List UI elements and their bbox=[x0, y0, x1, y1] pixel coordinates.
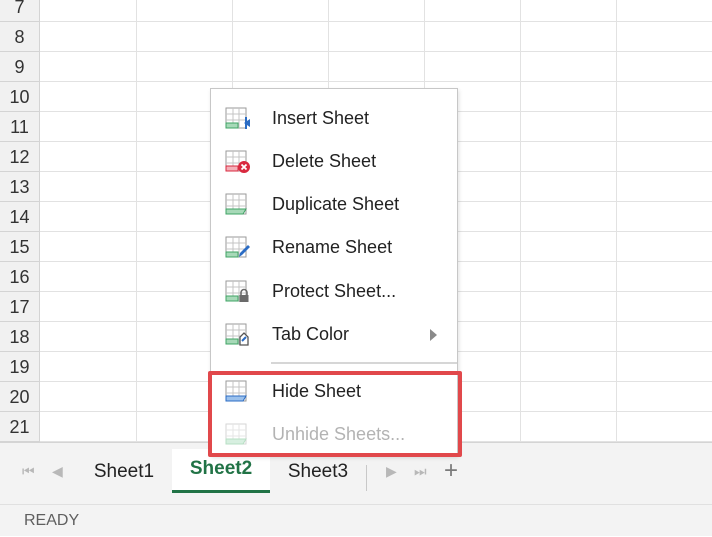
row-header[interactable]: 16 bbox=[0, 262, 40, 292]
insert-sheet-icon bbox=[225, 107, 250, 129]
menu-separator bbox=[271, 362, 457, 364]
menu-item-label: Duplicate Sheet bbox=[272, 194, 400, 214]
row-header[interactable]: 19 bbox=[0, 352, 40, 382]
row-header[interactable]: 11 bbox=[0, 112, 40, 142]
submenu-arrow-icon bbox=[430, 329, 437, 341]
row-header[interactable]: 20 bbox=[0, 382, 40, 412]
row-header[interactable]: 10 bbox=[0, 82, 40, 112]
menu-item-delete-sheet[interactable]: Delete Sheet bbox=[211, 140, 457, 183]
menu-item-label: Protect Sheet... bbox=[272, 281, 397, 301]
unhide-sheets-icon bbox=[225, 423, 247, 445]
tab-divider bbox=[366, 465, 367, 491]
rename-sheet-icon bbox=[225, 236, 250, 258]
row-header[interactable]: 14 bbox=[0, 202, 40, 232]
menu-item-label: Insert Sheet bbox=[272, 108, 370, 128]
status-text: READY bbox=[24, 512, 80, 529]
menu-item-label: Delete Sheet bbox=[272, 151, 377, 171]
row-header[interactable]: 13 bbox=[0, 172, 40, 202]
sheet-tab-sheet3[interactable]: Sheet3 bbox=[270, 453, 366, 491]
grid-row[interactable]: 8 bbox=[0, 22, 712, 52]
row-header[interactable]: 7 bbox=[0, 0, 40, 22]
status-bar: READY bbox=[0, 504, 712, 536]
menu-item-tab-color[interactable]: Tab Color bbox=[211, 313, 457, 356]
hide-sheet-icon bbox=[225, 380, 247, 402]
menu-item-insert-sheet[interactable]: Insert Sheet bbox=[211, 97, 457, 140]
delete-sheet-icon bbox=[225, 150, 250, 173]
menu-item-label: Rename Sheet bbox=[272, 237, 393, 257]
menu-item-unhide-sheets: Unhide Sheets... bbox=[211, 413, 457, 456]
previous-sheet-icon[interactable]: ◀ bbox=[52, 463, 63, 480]
row-header[interactable]: 12 bbox=[0, 142, 40, 172]
grid-row[interactable]: 9 bbox=[0, 52, 712, 82]
menu-item-protect-sheet[interactable]: Protect Sheet... bbox=[211, 270, 457, 313]
row-header[interactable]: 17 bbox=[0, 292, 40, 322]
protect-sheet-icon bbox=[225, 280, 249, 302]
row-header[interactable]: 9 bbox=[0, 52, 40, 82]
menu-item-label: Unhide Sheets... bbox=[272, 424, 406, 444]
row-header[interactable]: 18 bbox=[0, 322, 40, 352]
first-sheet-icon[interactable]: ⏮ bbox=[22, 463, 35, 480]
menu-item-rename-sheet[interactable]: Rename Sheet bbox=[211, 226, 457, 269]
next-sheet-icon[interactable]: ▶ bbox=[386, 463, 397, 480]
tab-color-icon bbox=[225, 323, 249, 346]
menu-item-hide-sheet[interactable]: Hide Sheet bbox=[211, 370, 457, 413]
row-header[interactable]: 15 bbox=[0, 232, 40, 262]
sheet-tab-sheet1[interactable]: Sheet1 bbox=[78, 453, 170, 491]
menu-item-label: Tab Color bbox=[272, 324, 350, 344]
sheet-context-menu: Insert Sheet Delete Sheet Duplicate Shee… bbox=[210, 88, 458, 456]
grid-row[interactable]: 7 bbox=[0, 0, 712, 22]
menu-item-duplicate-sheet[interactable]: Duplicate Sheet bbox=[211, 183, 457, 226]
add-sheet-icon[interactable]: + bbox=[444, 457, 458, 485]
duplicate-sheet-icon bbox=[225, 193, 247, 215]
row-header[interactable]: 21 bbox=[0, 412, 40, 442]
last-sheet-icon[interactable]: ⏭ bbox=[414, 463, 427, 480]
menu-item-label: Hide Sheet bbox=[272, 381, 362, 401]
row-header[interactable]: 8 bbox=[0, 22, 40, 52]
